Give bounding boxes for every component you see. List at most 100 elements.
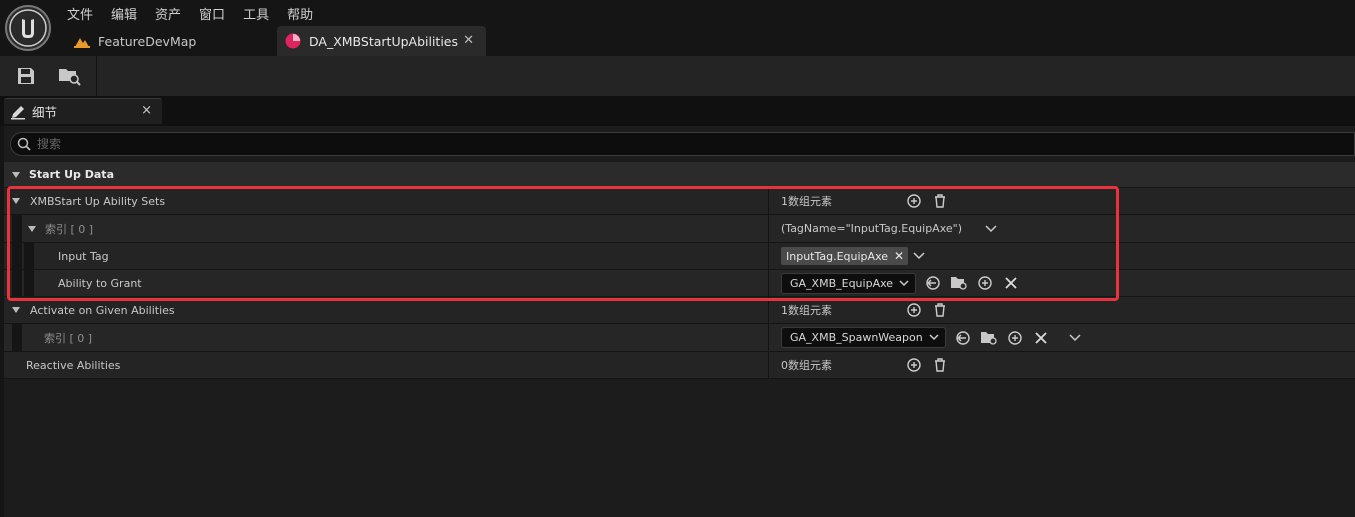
search-icon xyxy=(17,137,31,151)
plus-circle-icon xyxy=(907,194,921,208)
tag-picker-dropdown[interactable] xyxy=(908,245,930,267)
chevron-down-icon xyxy=(985,224,997,232)
property-list: Start Up Data XMBStart Up Ability Sets 1… xyxy=(4,162,1355,379)
use-selected-arrow-icon xyxy=(926,276,940,290)
trash-icon xyxy=(935,358,945,372)
save-button[interactable] xyxy=(13,64,39,88)
property-label: 索引 [ 0 ] xyxy=(44,331,93,345)
class-picker-combo[interactable]: GA_XMB_EquipAxe xyxy=(781,272,917,294)
browse-folder-icon xyxy=(980,331,997,345)
category-label: Start Up Data xyxy=(29,168,114,181)
plus-circle-icon xyxy=(907,358,921,372)
property-row-given-index-0: 索引 [ 0 ] GA_XMB_SpawnWeapon xyxy=(4,324,1355,352)
panel-tab-strip: 细节 × xyxy=(0,96,1355,126)
class-name: GA_XMB_SpawnWeapon xyxy=(790,331,923,344)
gameplay-tag-chip[interactable]: InputTag.EquipAxe ✕ xyxy=(781,247,909,265)
tab-feature-dev-map[interactable]: FeatureDevMap xyxy=(62,26,272,56)
browse-folder-icon xyxy=(951,277,967,290)
add-element-button[interactable] xyxy=(903,299,925,321)
category-start-up-data[interactable]: Start Up Data xyxy=(4,162,1355,188)
menu-edit[interactable]: 编辑 xyxy=(102,0,146,23)
create-new-button[interactable] xyxy=(974,272,996,294)
class-picker-combo[interactable]: GA_XMB_SpawnWeapon xyxy=(781,327,946,348)
use-selected-arrow-icon xyxy=(956,330,970,345)
browse-asset-button[interactable] xyxy=(948,272,970,294)
add-element-button[interactable] xyxy=(903,354,925,376)
menu-file[interactable]: 文件 xyxy=(58,0,102,23)
expand-arrow-icon[interactable] xyxy=(12,307,20,313)
close-icon[interactable]: ✕ xyxy=(463,33,474,48)
use-selected-button[interactable] xyxy=(952,327,974,349)
browse-asset-button[interactable] xyxy=(978,327,1000,349)
expand-arrow-icon[interactable] xyxy=(12,198,20,204)
property-label: Ability to Grant xyxy=(58,276,142,290)
plus-circle-icon xyxy=(907,303,921,317)
chevron-down-icon xyxy=(1069,333,1081,341)
tab-label: FeatureDevMap xyxy=(98,33,197,49)
property-row-index-0: 索引 [ 0 ] (TagName="InputTag.EquipAxe") xyxy=(4,215,1355,243)
property-row-activate-on-given: Activate on Given Abilities 1数组元素 xyxy=(4,297,1355,324)
tab-da-xmb-startup-abilities[interactable]: DA_XMBStartUpAbilities ✕ xyxy=(277,26,486,56)
browse-button[interactable] xyxy=(57,64,83,88)
title-bar: 文件 编辑 资产 窗口 工具 帮助 FeatureDevMap DA_XMBSt… xyxy=(0,0,1355,56)
class-name: GA_XMB_EquipAxe xyxy=(790,276,894,290)
property-label: 索引 [ 0 ] xyxy=(45,222,94,236)
array-count: 0数组元素 xyxy=(781,359,832,372)
chevron-down-icon xyxy=(929,334,939,341)
row-options-dropdown[interactable] xyxy=(1064,327,1086,349)
clear-button[interactable] xyxy=(1030,327,1052,349)
tab-label: DA_XMBStartUpAbilities xyxy=(309,33,459,49)
details-pencil-icon xyxy=(11,105,25,119)
add-element-button[interactable] xyxy=(903,190,925,212)
plus-circle-icon xyxy=(1008,330,1022,345)
use-selected-button[interactable] xyxy=(922,272,944,294)
struct-summary: (TagName="InputTag.EquipAxe") xyxy=(781,222,963,235)
property-label: Reactive Abilities xyxy=(26,358,121,372)
clear-array-button[interactable] xyxy=(929,299,951,321)
property-row-ability-to-grant: Ability to Grant GA_XMB_EquipAxe xyxy=(4,270,1355,297)
expand-arrow-icon[interactable] xyxy=(12,171,20,178)
data-asset-icon xyxy=(285,33,301,49)
clear-array-button[interactable] xyxy=(929,190,951,212)
search-input[interactable] xyxy=(37,137,1337,151)
level-icon xyxy=(74,34,90,48)
array-count: 1数组元素 xyxy=(781,304,832,317)
menu-window[interactable]: 窗口 xyxy=(190,0,234,23)
menu-bar: 文件 编辑 资产 窗口 工具 帮助 xyxy=(58,0,322,23)
property-label: XMBStart Up Ability Sets xyxy=(30,194,166,208)
tag-label: InputTag.EquipAxe xyxy=(786,249,889,263)
close-icon[interactable]: × xyxy=(141,103,152,118)
property-row-reactive-abilities: Reactive Abilities 0数组元素 xyxy=(4,352,1355,379)
property-row-ability-sets: XMBStart Up Ability Sets 1数组元素 xyxy=(4,188,1355,215)
panel-title: 细节 xyxy=(32,105,58,120)
property-row-input-tag: Input Tag InputTag.EquipAxe ✕ xyxy=(4,243,1355,270)
unreal-logo-icon xyxy=(9,9,47,47)
property-label: Input Tag xyxy=(58,249,109,263)
close-icon xyxy=(1035,331,1047,344)
create-new-button[interactable] xyxy=(1004,327,1026,349)
trash-icon xyxy=(935,303,945,317)
tab-details[interactable]: 细节 × xyxy=(4,98,162,124)
search-box xyxy=(10,132,1355,156)
expand-arrow-icon[interactable] xyxy=(28,225,36,232)
property-label: Activate on Given Abilities xyxy=(30,303,175,317)
details-panel: Start Up Data XMBStart Up Ability Sets 1… xyxy=(4,126,1355,517)
plus-circle-icon xyxy=(978,276,992,290)
chevron-down-icon xyxy=(913,252,925,260)
toolbar xyxy=(0,56,1355,96)
unreal-logo[interactable] xyxy=(5,5,51,51)
row-options-dropdown[interactable] xyxy=(980,218,1002,240)
menu-tools[interactable]: 工具 xyxy=(234,0,278,23)
chevron-down-icon xyxy=(899,279,909,286)
menu-help[interactable]: 帮助 xyxy=(278,0,322,23)
array-count: 1数组元素 xyxy=(781,195,832,208)
menu-asset[interactable]: 资产 xyxy=(146,0,190,23)
clear-button[interactable] xyxy=(1000,272,1022,294)
save-icon xyxy=(18,68,34,84)
toolbar-separator xyxy=(96,56,97,96)
browse-folder-icon xyxy=(59,69,81,86)
trash-icon xyxy=(935,194,945,208)
clear-array-button[interactable] xyxy=(929,354,951,376)
close-icon xyxy=(1005,277,1017,289)
remove-tag-icon[interactable]: ✕ xyxy=(894,249,904,263)
